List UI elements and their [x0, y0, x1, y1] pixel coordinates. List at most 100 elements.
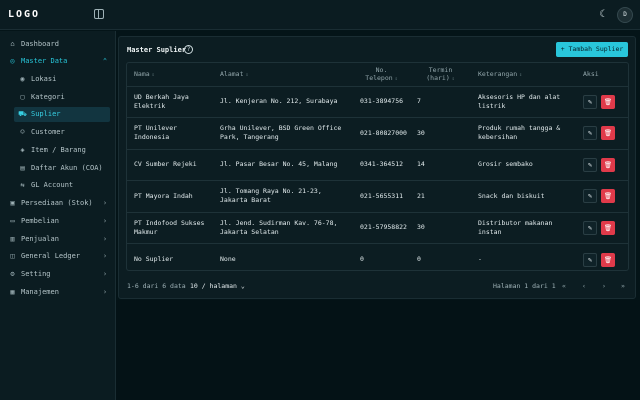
cart-icon: ▭: [10, 217, 15, 225]
first-page-icon[interactable]: «: [558, 279, 570, 293]
sidebar-item-label: GL Account: [31, 181, 74, 189]
sidebar-item-label: Persediaan (Stok): [21, 199, 93, 207]
cell-keterangan: Distributor makanan instan: [471, 212, 576, 244]
chevron-right-icon: ›: [102, 288, 108, 296]
sidebar-item-dashboard[interactable]: ⌂ Dashboard: [4, 37, 110, 52]
table-row: PT Mayora Indah Jl. Tomang Raya No. 21-2…: [127, 180, 628, 213]
trash-icon[interactable]: 🗑: [601, 189, 615, 204]
edit-icon[interactable]: ✎: [583, 94, 597, 109]
cell-termin: 30: [410, 212, 471, 244]
users-icon: ☺: [20, 128, 25, 136]
prev-page-icon[interactable]: ‹: [578, 279, 590, 293]
column-header-nama[interactable]: Nama ⇕: [127, 63, 213, 87]
cell-termin: 30: [410, 117, 471, 150]
column-header-termin[interactable]: Termin (hari) ⇕: [410, 63, 471, 87]
moon-icon[interactable]: ☾: [597, 9, 608, 20]
sidebar-item-suplier[interactable]: ⛟ Suplier: [14, 107, 110, 122]
help-icon[interactable]: ?: [184, 45, 193, 54]
sidebar-item-customer[interactable]: ☺ Customer: [14, 125, 110, 140]
sidebar-item-gl-account[interactable]: ⇆ GL Account: [14, 178, 110, 193]
table-row: PT Unilever Indonesia Grha Unilever, BSD…: [127, 117, 628, 150]
sort-icon: ⇕: [151, 71, 155, 78]
box-icon: ◈: [20, 146, 25, 154]
sidebar-item-persediaan[interactable]: ▣ Persediaan (Stok) ›: [4, 196, 110, 211]
cell-termin: 14: [410, 149, 471, 181]
chevron-right-icon: ›: [102, 235, 108, 243]
supplier-card: Master Suplier ? + Tambah Suplier Nama ⇕ …: [118, 36, 636, 299]
sidebar-item-label: Item / Barang: [31, 146, 86, 154]
sidebar-item-label: General Ledger: [21, 252, 81, 260]
content-background: [116, 300, 640, 400]
sidebar-item-label: Daftar Akun (COA): [31, 164, 103, 172]
cell-keterangan: Grosir sembako: [471, 149, 576, 181]
edit-icon[interactable]: ✎: [583, 126, 597, 141]
sidebar-item-item-barang[interactable]: ◈ Item / Barang: [14, 143, 110, 158]
cell-nama: CV Sumber Rejeki: [127, 149, 213, 181]
cell-alamat: Jl. Tomang Raya No. 21-23, Jakarta Barat: [213, 180, 353, 213]
sort-icon: ⇕: [245, 71, 249, 78]
column-header-alamat[interactable]: Alamat ⇕: [213, 63, 353, 87]
column-header-aksi: Aksi: [576, 63, 628, 87]
trash-icon[interactable]: 🗑: [601, 126, 615, 141]
cell-telepon: 021-5655311: [353, 180, 410, 213]
receipt-icon: ▥: [10, 235, 15, 243]
sidebar-item-label: Dashboard: [21, 40, 59, 48]
sidebar-item-pembelian[interactable]: ▭ Pembelian ›: [4, 214, 110, 229]
cell-nama: UD Berkah Jaya Elektrik: [127, 86, 213, 118]
sidebar-item-manajemen[interactable]: ▦ Manajemen ›: [4, 285, 110, 300]
cell-aksi: ✎ 🗑: [576, 244, 628, 271]
sidebar-item-daftar-akun[interactable]: ▤ Daftar Akun (COA): [14, 161, 110, 176]
sidebar-item-penjualan[interactable]: ▥ Penjualan ›: [4, 232, 110, 247]
sort-icon: ⇕: [519, 71, 523, 78]
last-page-icon[interactable]: »: [617, 279, 629, 293]
trash-icon[interactable]: 🗑: [601, 220, 615, 235]
next-page-icon[interactable]: ›: [598, 279, 610, 293]
sidebar-item-general-ledger[interactable]: ◫ General Ledger ›: [4, 249, 110, 264]
cell-telepon: 0: [360, 255, 364, 263]
add-supplier-button[interactable]: + Tambah Suplier: [556, 42, 628, 57]
chevron-up-icon: ⌃: [102, 57, 108, 65]
database-icon: ◎: [10, 57, 15, 65]
cell-nama: PT Indofood Sukses Makmur: [127, 212, 213, 244]
sidebar-item-label: Master Data: [21, 57, 68, 65]
chevron-right-icon: ›: [102, 199, 108, 207]
top-bar: LOGO ☾ D: [0, 0, 640, 30]
chevron-right-icon: ›: [102, 217, 108, 225]
trash-icon[interactable]: 🗑: [601, 157, 615, 172]
cell-alamat: Jl. Jend. Sudirman Kav. 76-78, Jakarta S…: [213, 212, 353, 244]
page-size-select[interactable]: 10 / halaman ⌄: [190, 279, 245, 293]
cell-aksi: ✎ 🗑: [576, 117, 628, 150]
cell-telepon: 031-3894756: [353, 86, 410, 118]
avatar[interactable]: D: [617, 7, 633, 23]
cell-aksi: ✎ 🗑: [576, 149, 628, 181]
sidebar-item-master-data[interactable]: ◎ Master Data ⌃: [4, 54, 110, 69]
sidebar-item-label: Setting: [21, 270, 51, 278]
cell-nama: No Suplier: [134, 255, 174, 263]
cell-keterangan: Snack dan biskuit: [471, 180, 576, 213]
truck-icon: ⛟: [18, 110, 27, 118]
sidebar-toggle-icon[interactable]: [94, 9, 104, 19]
sidebar-item-setting[interactable]: ⚙ Setting ›: [4, 267, 110, 282]
trash-icon[interactable]: 🗑: [601, 94, 615, 109]
sidebar-item-kategori[interactable]: ▢ Kategori: [14, 90, 110, 105]
column-header-keterangan[interactable]: Keterangan ⇕: [471, 63, 576, 87]
table-row: No Suplier None 0 0 - ✎ 🗑: [127, 244, 628, 271]
sidebar-item-lokasi[interactable]: ◉ Lokasi: [14, 72, 110, 87]
book-icon: ▤: [20, 164, 25, 172]
sidebar-item-label: Customer: [31, 128, 65, 136]
trash-icon[interactable]: 🗑: [601, 252, 615, 267]
cell-keterangan: Aksesoris HP dan alat listrik: [471, 86, 576, 118]
edit-icon[interactable]: ✎: [583, 189, 597, 204]
table-header-row: Nama ⇕ Alamat ⇕ No. Telepon ⇕ Termin (hari) ⇕ …: [127, 63, 628, 87]
sort-icon: ⇕: [451, 75, 455, 82]
edit-icon[interactable]: ✎: [583, 220, 597, 235]
cell-termin: 0: [417, 255, 421, 263]
column-header-telepon[interactable]: No. Telepon ⇕: [353, 63, 410, 87]
edit-icon[interactable]: ✎: [583, 157, 597, 172]
cell-telepon: 0341-364512: [353, 149, 410, 181]
edit-icon[interactable]: ✎: [583, 252, 597, 267]
table-row: UD Berkah Jaya Elektrik Jl. Kenjeran No.…: [127, 86, 628, 118]
cell-keterangan: Produk rumah tangga & kebersihan: [471, 117, 576, 150]
sidebar-item-label: Pembelian: [21, 217, 59, 225]
chevron-right-icon: ›: [102, 270, 108, 278]
